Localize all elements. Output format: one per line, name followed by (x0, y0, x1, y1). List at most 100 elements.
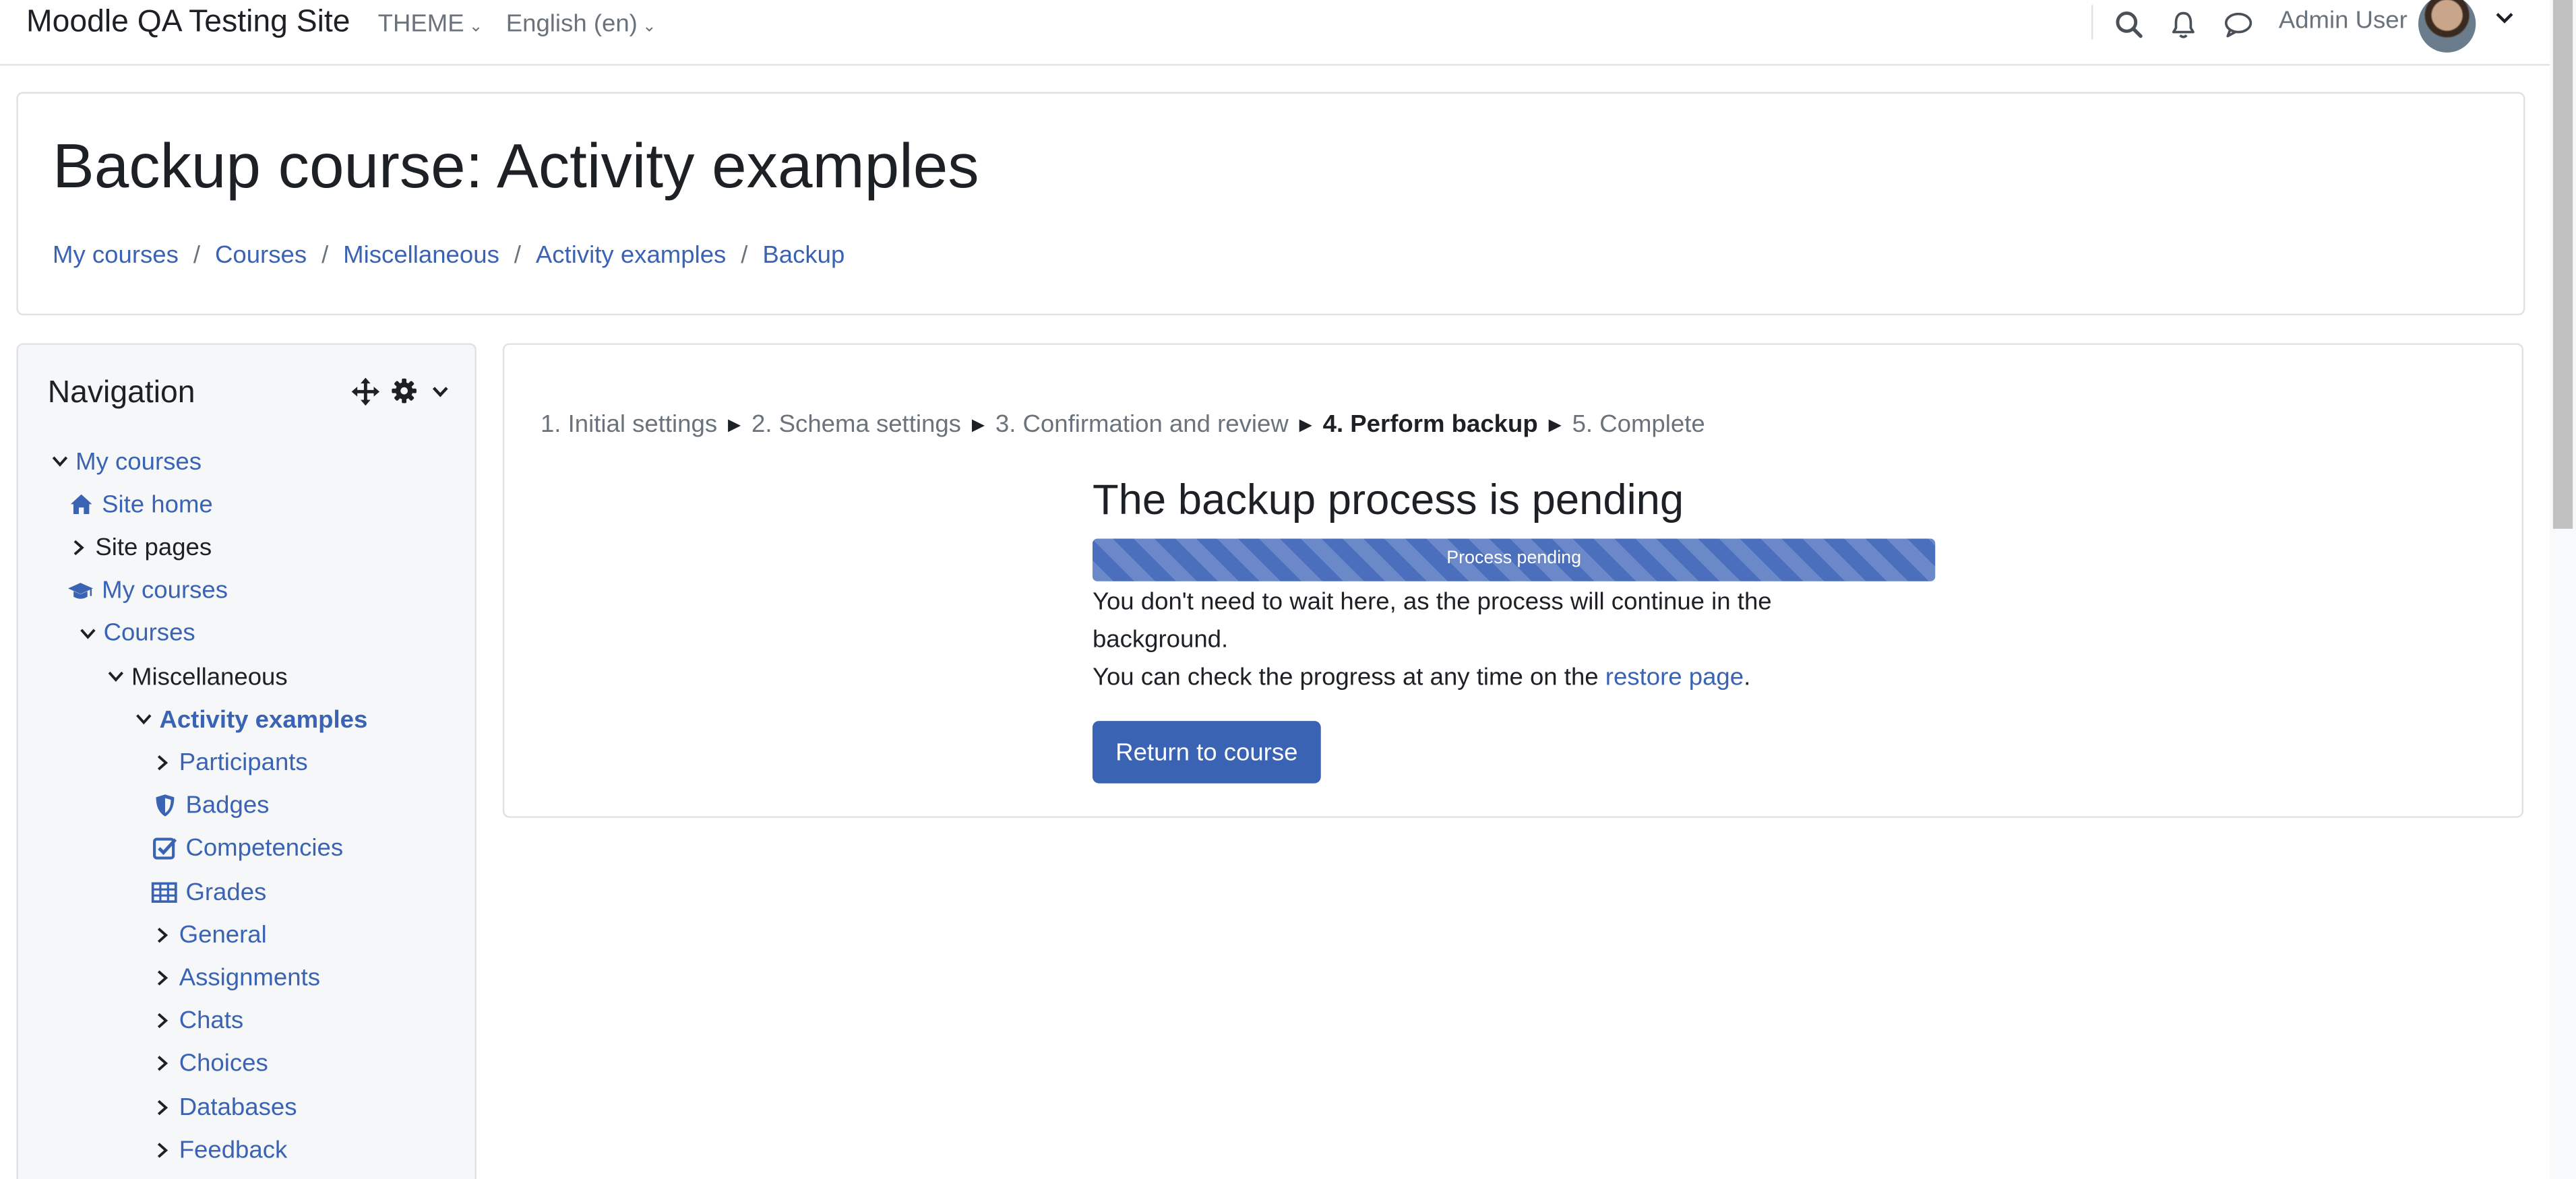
table-icon (151, 879, 177, 905)
nav-item-my-courses[interactable]: My courses (67, 573, 228, 609)
user-name[interactable]: Admin User (2279, 7, 2408, 34)
graduation-cap-icon (67, 577, 94, 604)
chevron-down-icon[interactable] (104, 665, 127, 688)
nav-item-label: Chats (179, 1007, 244, 1035)
nav-item-label: Activity examples (159, 705, 368, 734)
shield-icon (151, 792, 177, 819)
breadcrumb-courses[interactable]: Courses (215, 241, 307, 269)
chevron-right-icon[interactable] (151, 1139, 174, 1161)
nav-item-participants[interactable]: Participants (151, 744, 308, 781)
step-initial-settings: 1. Initial settings (540, 410, 718, 439)
backup-steps: 1. Initial settings ► 2. Schema settings ► 3… (541, 410, 1705, 438)
progress-check-message: You can check the progress at any time o… (1093, 658, 2144, 696)
nav-item-label: My courses (102, 576, 228, 605)
nav-item-label: Badges (185, 792, 270, 820)
progress-bar-label: Process pending (1446, 548, 1582, 569)
page: Moodle QA Testing Site THEME ⌄ English (e… (0, 0, 2576, 1179)
chevron-right-icon[interactable] (151, 966, 174, 989)
avatar[interactable] (2418, 0, 2476, 53)
breadcrumb-miscellaneous[interactable]: Miscellaneous (343, 241, 499, 269)
chevron-right-icon[interactable] (151, 1095, 174, 1118)
restore-page-link[interactable]: restore page (1605, 664, 1744, 691)
nav-item-label: Courses (103, 619, 195, 648)
scrollbar-thumb[interactable] (2552, 0, 2573, 529)
step-perform-backup: 4. Perform backup (1322, 410, 1538, 439)
wait-message: You don't need to wait here, as the proc… (1092, 587, 1772, 654)
step-confirmation-review: 3. Confirmation and review (995, 410, 1289, 439)
chevron-right-icon[interactable] (151, 1052, 174, 1075)
breadcrumb-separator: / (321, 241, 329, 269)
nav-item-feedback[interactable]: Feedback (151, 1132, 287, 1168)
breadcrumb-activity-examples[interactable]: Activity examples (536, 241, 726, 269)
search-icon[interactable] (2113, 8, 2146, 41)
breadcrumb-backup[interactable]: Backup (762, 241, 845, 269)
progress-check-text: You can check the progress at any time o… (1092, 663, 1599, 692)
chevron-right-icon[interactable] (151, 923, 174, 946)
breadcrumb-separator: / (193, 241, 201, 269)
nav-item-label: Grades (185, 877, 267, 906)
nav-item-my-courses[interactable]: My courses (48, 443, 202, 480)
navigation-block-title: Navigation (47, 376, 195, 411)
navigation-block: Navigation My courses Site home Site pages… (16, 343, 477, 1179)
nav-item-databases[interactable]: Databases (151, 1089, 297, 1125)
chevron-right-icon[interactable] (67, 536, 90, 559)
nav-item-label: Site pages (95, 533, 212, 562)
nav-item-grades[interactable]: Grades (151, 874, 266, 910)
nav-item-chats[interactable]: Chats (151, 1002, 243, 1039)
chevron-down-icon[interactable] (2496, 10, 2514, 30)
page-title: Backup course: Activity examples (53, 133, 979, 202)
nav-item-choices[interactable]: Choices (151, 1046, 268, 1082)
step-complete: 5. Complete (1572, 410, 1705, 439)
chevron-right-icon[interactable] (151, 1009, 174, 1032)
breadcrumb-separator: / (741, 241, 748, 269)
main-region: 1. Initial settings ► 2. Schema settings ► 3… (502, 343, 2523, 818)
nav-item-miscellaneous[interactable]: Miscellaneous (104, 658, 288, 695)
nav-item-general[interactable]: General (151, 917, 267, 953)
nav-item-label: Competencies (185, 834, 344, 863)
breadcrumb-my-courses[interactable]: My courses (53, 241, 179, 269)
step-arrow: ► (967, 412, 989, 437)
nav-item-competencies[interactable]: Competencies (151, 831, 343, 867)
nav-item-site-home[interactable]: Site home (67, 486, 213, 523)
theme-menu[interactable]: THEME ⌄ (378, 10, 483, 38)
move-icon[interactable] (350, 376, 379, 406)
chevron-right-icon[interactable] (151, 751, 174, 774)
nav-item-label: Participants (179, 748, 308, 777)
gear-icon[interactable] (390, 376, 419, 406)
backup-status-title: The backup process is pending (1092, 474, 1684, 524)
nav-item-badges[interactable]: Badges (151, 788, 269, 824)
breadcrumb: My courses / Courses / Miscellaneous / Activit… (53, 241, 845, 269)
chevron-down-icon: ⌄ (642, 18, 656, 36)
home-icon (67, 491, 94, 517)
step-arrow: ► (1295, 412, 1316, 437)
language-menu[interactable]: English (en) ⌄ (506, 10, 656, 38)
breadcrumb-separator: / (514, 241, 521, 269)
chevron-down-icon[interactable] (425, 376, 455, 406)
nav-item-activity-examples[interactable]: Activity examples (131, 701, 367, 738)
chat-icon[interactable] (2221, 8, 2255, 41)
return-to-course-button[interactable]: Return to course (1092, 721, 1321, 784)
nav-item-label: Databases (179, 1093, 297, 1121)
nav-item-courses[interactable]: Courses (75, 616, 195, 652)
top-navbar: Moodle QA Testing Site THEME ⌄ English (e… (0, 0, 2550, 66)
nav-item-label: Assignments (179, 963, 321, 992)
nav-item-label: Feedback (179, 1135, 288, 1164)
checkbox-icon (151, 835, 177, 862)
nav-item-label: Site home (102, 490, 213, 519)
language-menu-label: English (en) (505, 9, 638, 38)
chevron-down-icon[interactable] (48, 450, 71, 473)
nav-item-assignments[interactable]: Assignments (151, 959, 320, 996)
chevron-down-icon[interactable] (75, 622, 98, 645)
nav-item-label: My courses (75, 447, 202, 476)
step-arrow: ► (1544, 412, 1566, 437)
step-arrow: ► (723, 412, 745, 437)
theme-menu-label: THEME (377, 9, 464, 38)
progress-bar: Process pending (1092, 538, 1936, 581)
nav-item-site-pages[interactable]: Site pages (67, 530, 212, 566)
site-name[interactable]: Moodle QA Testing Site (26, 5, 350, 41)
nav-item-label: Choices (179, 1050, 268, 1078)
progress-check-suffix: . (1744, 663, 1751, 692)
bell-icon[interactable] (2167, 8, 2200, 41)
step-schema-settings: 2. Schema settings (752, 410, 961, 439)
chevron-down-icon[interactable] (131, 708, 154, 731)
